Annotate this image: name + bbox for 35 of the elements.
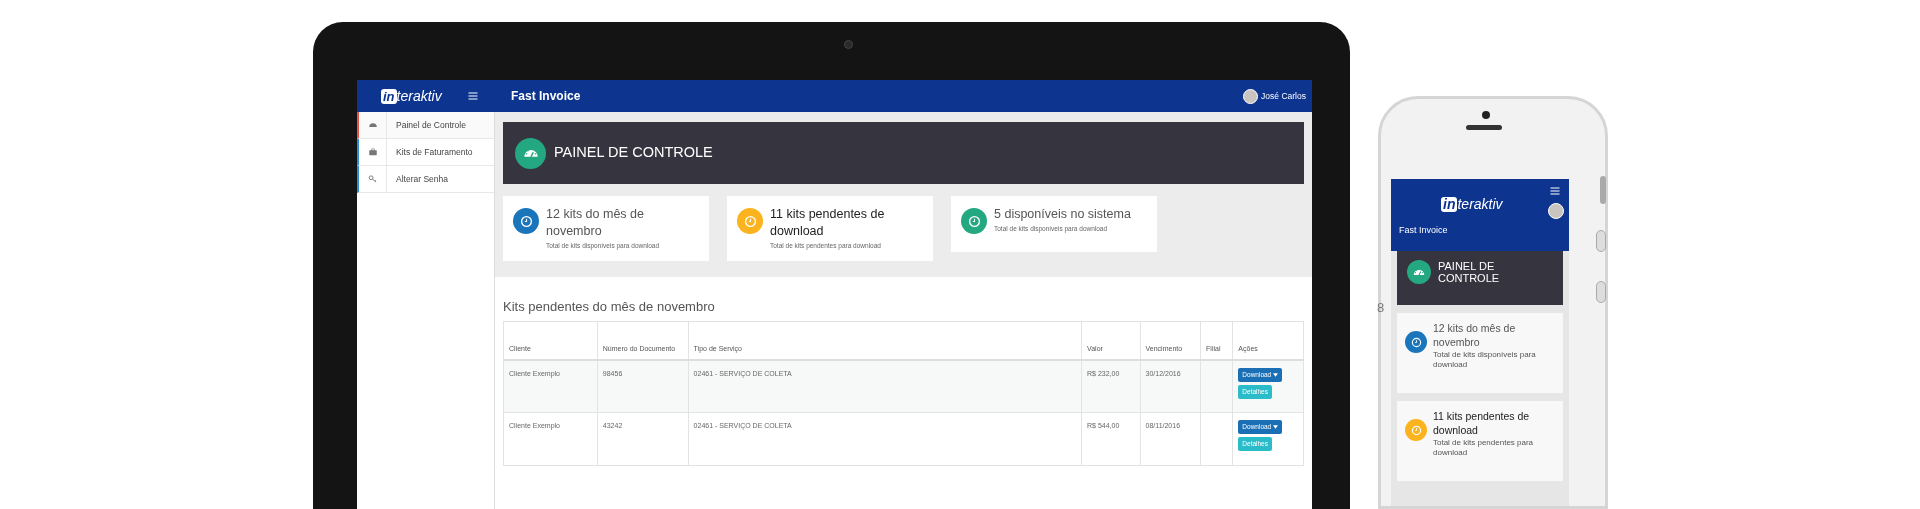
speaker-icon bbox=[1466, 125, 1502, 130]
gauge-icon bbox=[515, 137, 546, 169]
stat-title: 12 kits do mês de novembro bbox=[1433, 321, 1517, 349]
camera-icon bbox=[844, 40, 853, 49]
sidebar-item[interactable]: Painel de Controle bbox=[357, 112, 494, 139]
app-title: Fast Invoice bbox=[511, 88, 581, 105]
side-button[interactable] bbox=[1596, 230, 1606, 252]
stat-title: 5 disponíveis no sistema bbox=[994, 206, 1131, 223]
stat-subtitle: Total de kits pendentes para download bbox=[1433, 438, 1535, 458]
logo-text: teraktiv bbox=[1457, 197, 1503, 212]
caret-icon bbox=[1273, 372, 1279, 377]
stat-title: 12 kits do mês de novembro bbox=[546, 206, 645, 240]
avatar[interactable] bbox=[1243, 88, 1259, 104]
logo-text: teraktiv bbox=[396, 88, 442, 104]
avatar[interactable] bbox=[1548, 203, 1564, 219]
user-name[interactable]: José Carlos bbox=[1261, 89, 1306, 103]
menu-icon bbox=[467, 90, 479, 102]
briefcase-icon bbox=[367, 147, 378, 157]
gauge-icon bbox=[367, 120, 378, 130]
caret-icon bbox=[1273, 425, 1279, 430]
app-title: Fast Invoice bbox=[1399, 224, 1448, 237]
key-icon bbox=[367, 174, 378, 184]
menu-icon[interactable] bbox=[1549, 185, 1561, 197]
stray-digit: 8 bbox=[1377, 299, 1385, 317]
stat-title: 11 kits pendentes de download bbox=[770, 206, 886, 240]
logo-mark: in bbox=[381, 88, 397, 104]
table-title: Kits pendentes do mês de novembro bbox=[503, 297, 716, 316]
stat-subtitle: Total de kits disponíveis para download bbox=[1433, 350, 1537, 370]
camera-icon bbox=[1482, 111, 1490, 119]
banner-title: PAINEL DE CONTROLE bbox=[554, 143, 713, 163]
banner-title: PAINEL DE CONTROLE bbox=[1438, 260, 1501, 284]
side-button[interactable] bbox=[1596, 281, 1606, 303]
logo-mark: in bbox=[1441, 197, 1458, 212]
stat-title: 11 kits pendentes de download bbox=[1433, 409, 1531, 437]
gauge-icon bbox=[1407, 260, 1431, 284]
